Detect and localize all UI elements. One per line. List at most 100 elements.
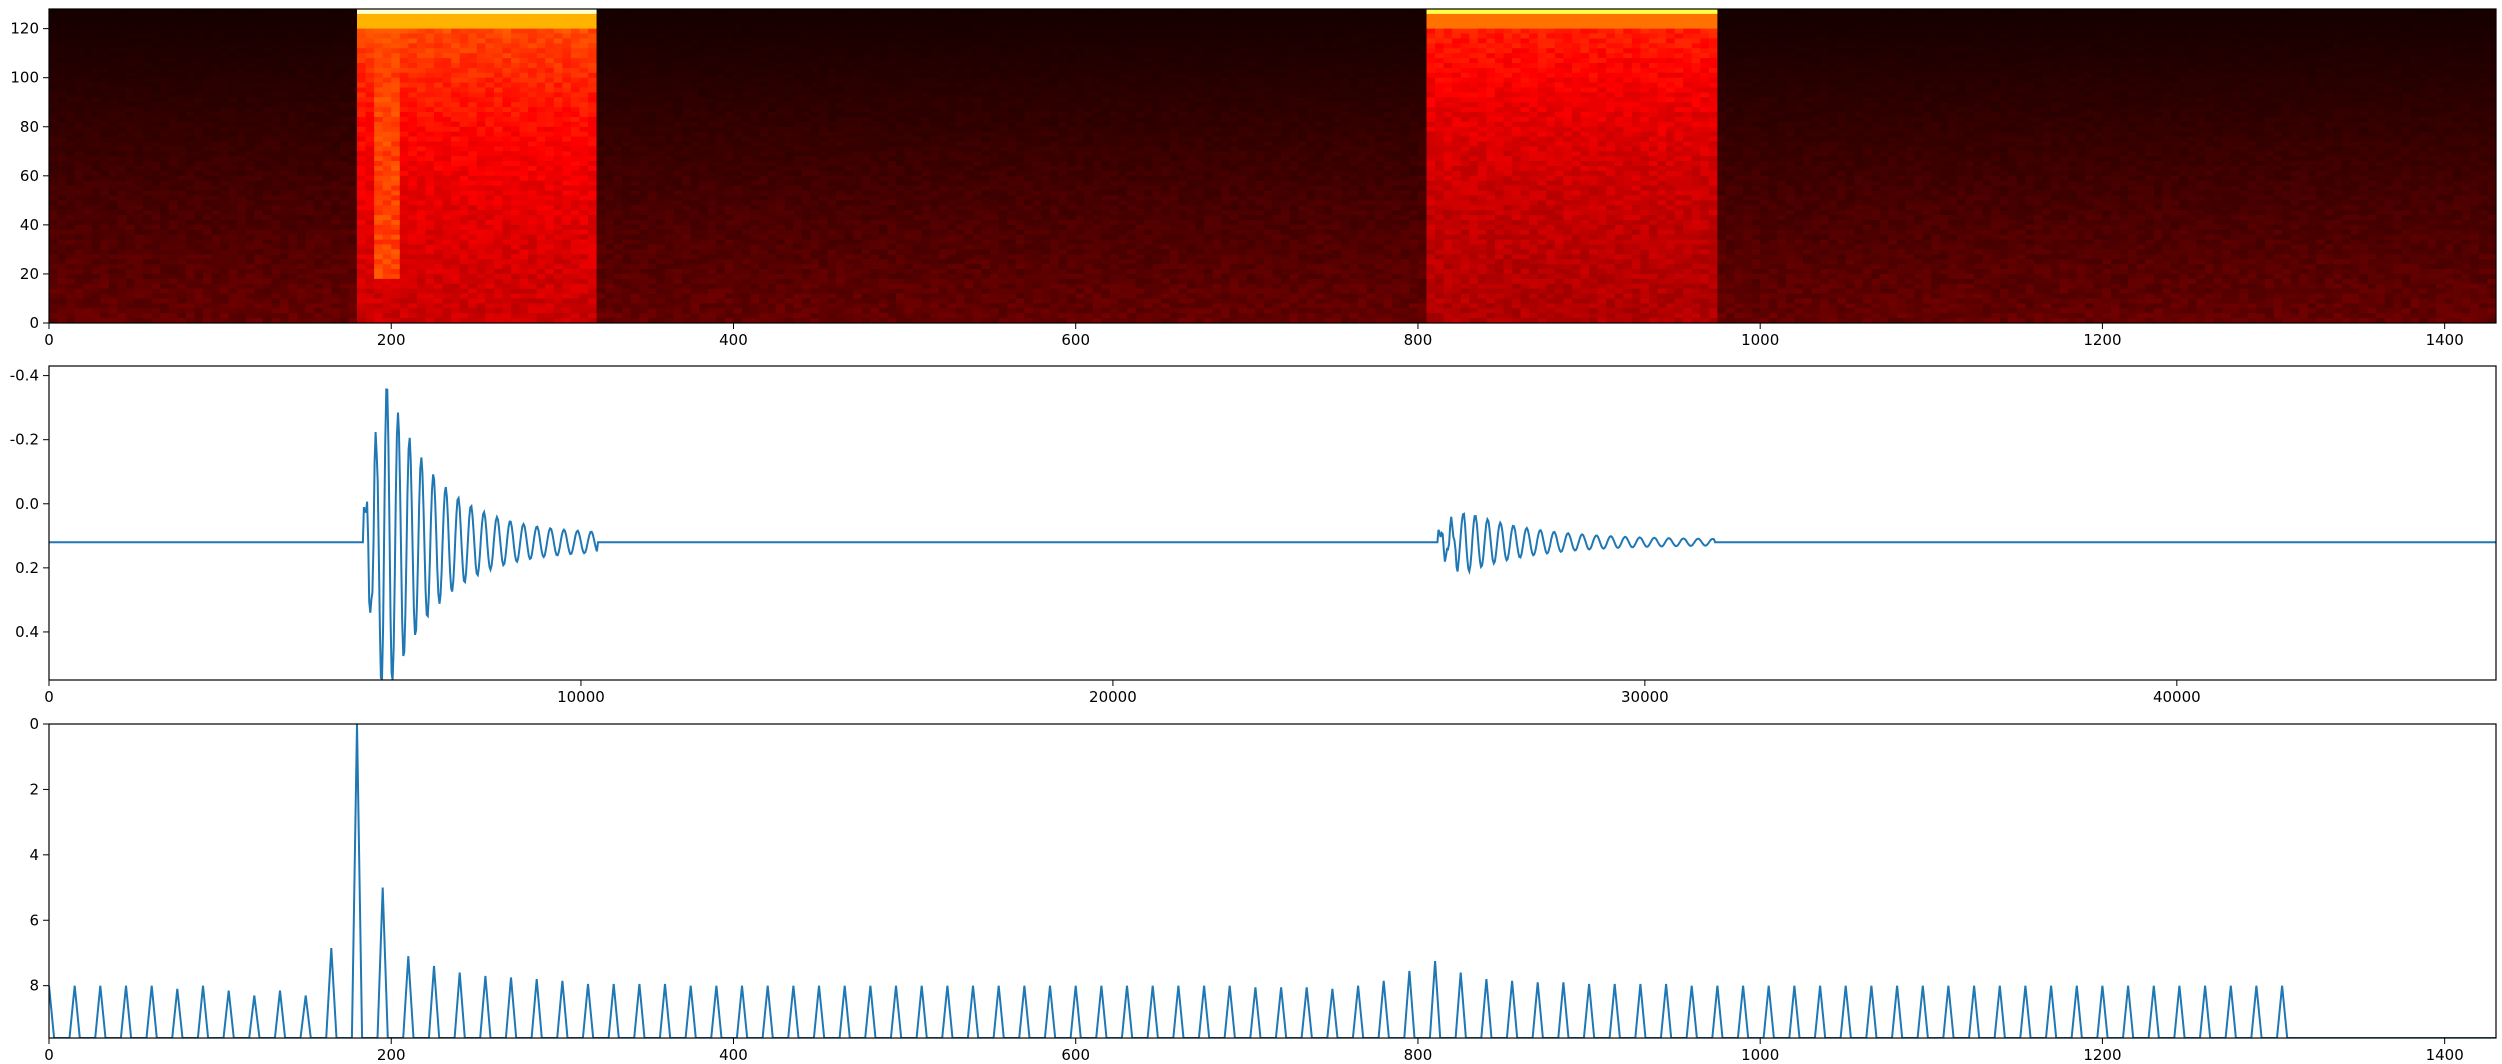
heatmap-cell — [74, 72, 84, 79]
heatmap-cell — [416, 308, 427, 314]
heatmap-cell — [177, 224, 187, 231]
heatmap-cell — [254, 200, 264, 206]
heatmap-cell — [434, 234, 444, 241]
heatmap-cell — [588, 175, 598, 182]
heatmap-cell — [194, 141, 204, 147]
heatmap-cell — [177, 190, 187, 197]
heatmap-cell — [682, 195, 692, 201]
heatmap-cell — [151, 23, 161, 30]
heatmap-cell — [553, 131, 563, 138]
heatmap-cell — [511, 166, 521, 172]
heatmap-cell — [673, 175, 683, 182]
heatmap-cell — [322, 23, 332, 30]
heatmap-cell — [596, 156, 606, 162]
heatmap-cell — [262, 273, 273, 280]
heatmap-cell — [545, 249, 555, 255]
heatmap-cell — [545, 141, 555, 147]
heatmap-cell — [451, 126, 461, 133]
heatmap-cell — [613, 38, 623, 44]
heatmap-cell — [117, 303, 127, 309]
heatmap-cell — [126, 264, 136, 270]
heatmap-cell — [647, 180, 658, 187]
heatmap-cell — [297, 303, 307, 309]
heatmap-cell — [117, 13, 127, 20]
heatmap-cell — [220, 62, 230, 69]
heatmap-cell — [117, 72, 127, 79]
heatmap-cell — [177, 313, 187, 319]
heatmap-cell — [100, 112, 110, 118]
heatmap-cell — [485, 200, 495, 206]
heatmap-cell — [237, 112, 247, 118]
heatmap-cell — [519, 298, 529, 304]
heatmap-cell — [211, 313, 221, 319]
heatmap-cell — [519, 293, 529, 300]
heatmap-cell — [459, 72, 469, 79]
heatmap-cell — [314, 87, 324, 94]
heatmap-cell — [382, 156, 392, 162]
heatmap-cell — [211, 205, 221, 211]
heatmap-cell — [134, 195, 144, 201]
heatmap-cell — [66, 185, 76, 192]
heatmap-cell — [588, 48, 598, 54]
heatmap-cell — [673, 116, 683, 123]
heatmap-cell — [451, 62, 461, 69]
heatmap-cell — [673, 185, 683, 192]
heatmap-cell — [647, 87, 658, 94]
heatmap-cell — [74, 53, 84, 59]
heatmap-cell — [579, 33, 589, 40]
heatmap-cell — [511, 215, 521, 221]
heatmap-cell — [297, 278, 307, 285]
heatmap-cell — [357, 92, 367, 98]
heatmap-cell — [374, 264, 384, 270]
heatmap-cell — [339, 131, 350, 138]
heatmap-cell — [665, 141, 675, 147]
heatmap-cell — [690, 107, 700, 113]
heatmap-cell — [399, 161, 409, 167]
heatmap-cell — [570, 97, 581, 103]
heatmap-cell — [228, 185, 238, 192]
heatmap-cell — [425, 195, 435, 201]
heatmap-cell — [699, 72, 709, 79]
heatmap-cell — [117, 156, 127, 162]
heatmap-cell — [297, 62, 307, 69]
heatmap-cell — [83, 205, 93, 211]
heatmap-cell — [66, 293, 76, 300]
heatmap-cell — [357, 58, 367, 64]
heatmap-cell — [682, 53, 692, 59]
heatmap-cell — [382, 313, 392, 319]
heatmap-cell — [254, 180, 264, 187]
heatmap-cell — [143, 28, 153, 35]
heatmap-cell — [322, 313, 332, 319]
heatmap-cell — [682, 264, 692, 270]
heatmap-cell — [485, 126, 495, 133]
heatmap-cell — [160, 269, 170, 275]
heatmap-cell — [271, 112, 281, 118]
heatmap-cell — [117, 58, 127, 64]
heatmap-cell — [280, 303, 290, 309]
heatmap-cell — [707, 278, 717, 285]
heatmap-cell — [536, 264, 546, 270]
heatmap-cell — [682, 18, 692, 25]
heatmap-cell — [690, 97, 700, 103]
heatmap-cell — [656, 283, 666, 290]
heatmap-cell — [536, 234, 546, 241]
heatmap-cell — [66, 161, 76, 167]
heatmap-cell — [690, 190, 700, 197]
heatmap-cell — [459, 215, 469, 221]
heatmap-cell — [459, 293, 469, 300]
heatmap-cell — [382, 146, 392, 152]
heatmap-cell — [194, 210, 204, 216]
heatmap-cell — [656, 82, 666, 89]
heatmap-cell — [699, 234, 709, 241]
heatmap-cell — [451, 170, 461, 177]
heatmap-cell — [434, 146, 444, 152]
heatmap-cell — [151, 131, 161, 138]
heatmap-cell — [288, 72, 298, 79]
heatmap-cell — [262, 278, 273, 285]
heatmap-cell — [536, 156, 546, 162]
heatmap-cell — [211, 126, 221, 133]
heatmap-cell — [630, 210, 640, 216]
heatmap-cell — [185, 254, 196, 260]
heatmap-cell — [374, 161, 384, 167]
heatmap-cell — [408, 229, 418, 236]
